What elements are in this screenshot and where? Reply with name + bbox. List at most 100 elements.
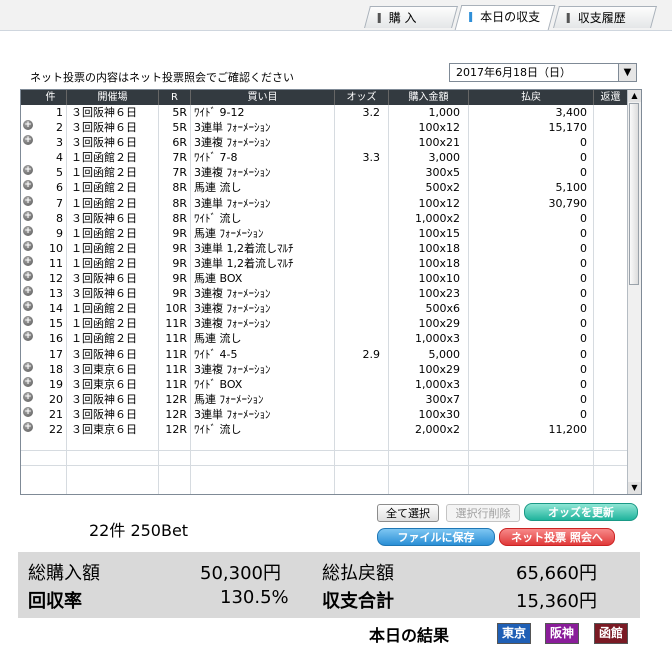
table-row[interactable]: +13 ３回阪神６日 9R 3連複 ﾌｫｰﾒｰｼｮﾝ 100x23 0 — [21, 286, 627, 301]
cell-no: 3 — [56, 136, 63, 150]
table-row[interactable]: +14 １回函館２日 10R 3連複 ﾌｫｰﾒｰｼｮﾝ 500x6 0 — [21, 301, 627, 316]
cell-no: 8 — [56, 211, 63, 225]
cell-payout: 0 — [580, 377, 587, 391]
table-row[interactable]: 1 ３回阪神６日 5R ﾜｲﾄﾞ 9-12 3.2 1,000 3,400 — [21, 105, 627, 120]
date-select-value: 2017年6月18日（日） — [456, 66, 571, 79]
cell-payout: 5,100 — [555, 181, 588, 195]
expand-plus-icon[interactable]: + — [23, 316, 33, 327]
cell-amount: 100x23 — [418, 287, 460, 301]
update-odds-button[interactable]: オッズを更新 — [524, 503, 638, 521]
result-hanshin-badge[interactable]: 阪神 — [545, 623, 580, 644]
cell-amount: 100x10 — [418, 272, 460, 286]
table-row[interactable]: +22 ３回東京６日 12R ﾜｲﾄﾞ 流し 2,000x2 11,200 — [21, 421, 627, 437]
cell-venue: ３回東京６日 — [71, 377, 137, 391]
result-tokyo-badge[interactable]: 東京 — [497, 623, 532, 644]
cell-amount: 100x12 — [418, 121, 460, 135]
date-select[interactable]: 2017年6月18日（日） ▼ — [449, 63, 637, 82]
table-row[interactable]: 17 ３回阪神６日 11R ﾜｲﾄﾞ 4-5 2.9 5,000 0 — [21, 347, 627, 362]
expand-plus-icon[interactable]: + — [23, 210, 33, 221]
expand-plus-icon[interactable]: + — [23, 406, 33, 417]
expand-plus-icon[interactable]: + — [23, 376, 33, 387]
expand-plus-icon[interactable]: + — [23, 180, 33, 191]
scroll-up-icon[interactable]: ▲ — [628, 90, 641, 102]
col-header-bet[interactable]: 買い目 — [191, 90, 335, 105]
col-header-amount[interactable]: 購入金額 — [389, 90, 469, 105]
table-row[interactable]: +19 ３回東京６日 11R ﾜｲﾄﾞ BOX 1,000x3 0 — [21, 376, 627, 392]
cell-race: 7R — [172, 151, 187, 165]
cell-race: 9R — [172, 272, 187, 286]
recovery-label: 回収率 — [28, 591, 82, 612]
scroll-down-icon[interactable]: ▼ — [628, 482, 641, 494]
expand-plus-icon[interactable]: + — [23, 391, 33, 402]
delete-selected-button[interactable]: 選択行削除 — [446, 504, 520, 522]
table-row[interactable]: +20 ３回阪神６日 12R 馬連 ﾌｫｰﾒｰｼｮﾝ 300x7 0 — [21, 391, 627, 407]
tab-balance-history[interactable]: 収支履歴 — [553, 6, 657, 28]
table-row[interactable]: +15 １回函館２日 11R 3連複 ﾌｫｰﾒｰｼｮﾝ 100x29 0 — [21, 316, 627, 331]
expand-plus-icon[interactable]: + — [23, 255, 33, 266]
expand-plus-icon[interactable]: + — [23, 195, 33, 206]
table-row[interactable]: +9 １回函館２日 9R 馬連 ﾌｫｰﾒｰｼｮﾝ 100x15 0 — [21, 225, 627, 241]
expand-plus-icon[interactable]: + — [23, 361, 33, 372]
cell-amount: 100x29 — [418, 317, 460, 331]
table-row[interactable]: +7 １回函館２日 8R 3連単 ﾌｫｰﾒｰｼｮﾝ 100x12 30,790 — [21, 195, 627, 211]
expand-plus-icon[interactable]: + — [23, 135, 33, 146]
cell-amount: 2,000x2 — [415, 422, 460, 436]
cell-payout: 0 — [580, 407, 587, 421]
table-row[interactable]: 4 １回函館２日 7R ﾜｲﾄﾞ 7-8 3.3 3,000 0 — [21, 150, 627, 165]
tab-marker-icon — [469, 12, 473, 22]
table-scrollbar[interactable]: ▲ ▼ — [627, 90, 641, 494]
cell-race: 11R — [165, 317, 187, 331]
expand-plus-icon[interactable]: + — [23, 331, 33, 342]
chevron-down-icon[interactable]: ▼ — [618, 64, 636, 81]
table-row[interactable]: +6 １回函館２日 8R 馬連 流し 500x2 5,100 — [21, 180, 627, 195]
net-query-button[interactable]: ネット投票 照会へ — [499, 528, 615, 546]
table-row[interactable]: +18 ３回東京６日 11R 3連複 ﾌｫｰﾒｰｼｮﾝ 100x29 0 — [21, 361, 627, 377]
table-row[interactable]: +16 １回函館２日 11R 馬連 流し 1,000x3 0 — [21, 331, 627, 346]
expand-plus-icon[interactable]: + — [23, 286, 33, 297]
table-row[interactable]: +5 １回函館２日 7R 3連複 ﾌｫｰﾒｰｼｮﾝ 300x5 0 — [21, 165, 627, 180]
table-row[interactable]: +2 ３回阪神６日 5R 3連単 ﾌｫｰﾒｰｼｮﾝ 100x12 15,170 — [21, 120, 627, 135]
info-text: ネット投票の内容はネット投票照会でご確認ください — [30, 71, 294, 84]
col-header-payout[interactable]: 払戻 — [469, 90, 594, 105]
cell-bet: 3連単 ﾌｫｰﾒｰｼｮﾝ — [194, 121, 271, 135]
save-file-button[interactable]: ファイルに保存 — [377, 528, 495, 546]
bet-count: 22件 250Bet — [89, 521, 189, 540]
cell-no: 1 — [56, 106, 63, 119]
cell-venue: ３回阪神６日 — [71, 287, 137, 301]
cell-odds: 2.9 — [362, 347, 381, 361]
table-row[interactable]: +21 ３回阪神６日 12R 3連単 ﾌｫｰﾒｰｼｮﾝ 100x30 0 — [21, 406, 627, 422]
table-row[interactable]: +8 ３回阪神６日 8R ﾜｲﾄﾞ 流し 1,000x2 0 — [21, 210, 627, 226]
expand-plus-icon[interactable]: + — [23, 240, 33, 251]
col-header-refund[interactable]: 返還 — [594, 90, 627, 105]
expand-plus-icon[interactable]: + — [23, 120, 33, 131]
expand-plus-icon[interactable]: + — [23, 271, 33, 282]
expand-plus-icon[interactable]: + — [23, 421, 33, 432]
expand-plus-icon[interactable]: + — [23, 165, 33, 176]
expand-plus-icon[interactable]: + — [23, 225, 33, 236]
table-header: 件 開催場 R 買い目 オッズ 購入金額 払戻 返還 — [21, 90, 627, 105]
cell-amount: 1,000 — [428, 106, 461, 119]
cell-race: 12R — [165, 422, 187, 436]
expand-plus-icon[interactable]: + — [23, 301, 33, 312]
select-all-button[interactable]: 全て選択 — [377, 504, 439, 522]
cell-payout: 0 — [580, 241, 587, 255]
scroll-thumb[interactable] — [629, 103, 639, 285]
col-header-odds[interactable]: オッズ — [335, 90, 389, 105]
cell-payout: 0 — [580, 332, 587, 346]
row-divider — [21, 465, 627, 466]
table-row[interactable]: +3 ３回阪神６日 6R 3連複 ﾌｫｰﾒｰｼｮﾝ 100x21 0 — [21, 135, 627, 150]
table-row[interactable]: +12 ３回阪神６日 9R 馬連 BOX 100x10 0 — [21, 271, 627, 286]
col-header-no[interactable]: 件 — [35, 90, 67, 105]
tab-purchase[interactable]: 購 入 — [364, 6, 458, 28]
table-row[interactable]: +10 １回函館２日 9R 3連単 1,2着流しﾏﾙﾁ 100x18 0 — [21, 240, 627, 256]
cell-amount: 100x12 — [418, 196, 460, 210]
cell-race: 11R — [165, 377, 187, 391]
tab-today-balance[interactable]: 本日の収支 — [454, 5, 556, 30]
cell-bet: 馬連 ﾌｫｰﾒｰｼｮﾝ — [194, 226, 264, 240]
table-row[interactable]: +11 １回函館２日 9R 3連単 1,2着流しﾏﾙﾁ 100x18 0 — [21, 255, 627, 271]
cell-bet: ﾜｲﾄﾞ 7-8 — [194, 151, 238, 165]
col-header-venue[interactable]: 開催場 — [67, 90, 159, 105]
cell-bet: 3連複 ﾌｫｰﾒｰｼｮﾝ — [194, 287, 271, 301]
col-header-race[interactable]: R — [159, 90, 191, 105]
result-hakodate-badge[interactable]: 函館 — [594, 623, 629, 644]
